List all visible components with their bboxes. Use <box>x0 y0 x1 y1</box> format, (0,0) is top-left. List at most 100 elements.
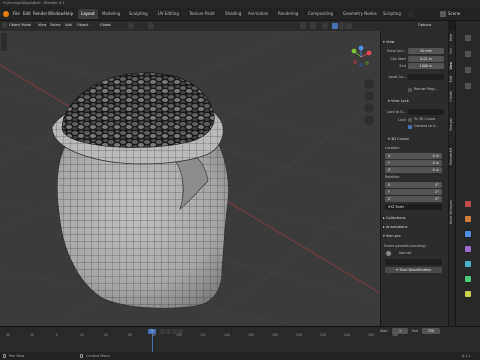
tool-strip <box>1 33 7 51</box>
tab-layout[interactable]: Layout <box>78 9 98 19</box>
sidebar-tab-blenderkit[interactable]: BlenderKit <box>449 148 454 165</box>
rot-axis-z-label: Z <box>388 197 391 201</box>
menu-edit[interactable]: Edit <box>23 9 31 19</box>
particles-properties-icon[interactable] <box>465 246 471 252</box>
timeline-tick: 60 <box>128 333 133 337</box>
snap-icon[interactable] <box>128 23 134 29</box>
menu-window[interactable]: Window <box>48 9 64 19</box>
options-dropdown[interactable]: Options <box>418 23 432 27</box>
3d-cursor-section-header[interactable]: ▾ 3D Cursor <box>388 137 409 141</box>
3d-viewport[interactable] <box>0 31 380 326</box>
tab-modeling[interactable]: Modeling <box>99 9 123 19</box>
render-region-checkbox[interactable] <box>408 88 412 92</box>
annotations-section-header[interactable]: ▸ Annotations <box>383 225 408 229</box>
scene-label[interactable]: Scene <box>448 9 460 19</box>
view-lock-section-header[interactable]: ▾ View Lock <box>388 99 409 103</box>
shading-rendered-icon[interactable] <box>346 23 352 29</box>
xray-icon[interactable] <box>322 23 328 29</box>
tab-texture-paint[interactable]: Texture Paint <box>186 9 218 19</box>
cursor-rotation-x-value: 0° <box>435 183 439 187</box>
output-properties-icon[interactable] <box>465 67 471 73</box>
cursor-location-x[interactable]: X 0 m <box>385 153 442 159</box>
scene-properties-icon[interactable] <box>465 201 471 207</box>
rotation-label: Rotation: <box>385 175 401 179</box>
lock-to-cursor-checkbox[interactable] <box>408 118 412 122</box>
transform-orientation-dropdown[interactable]: Global <box>100 23 111 27</box>
add-workspace-icon[interactable] <box>408 11 414 17</box>
shading-material-icon[interactable] <box>339 23 345 29</box>
top-bar: File Edit Render Window Help Layout Mode… <box>0 7 480 21</box>
sidebar-tab-node-wrangler[interactable]: Node Wrangler <box>449 200 454 224</box>
ssm-section-header[interactable]: ▾ Ssm.pro <box>383 234 401 238</box>
editor-type-icon[interactable] <box>2 23 7 28</box>
scene-scale-field[interactable] <box>385 259 442 265</box>
tab-shading[interactable]: Shading <box>222 9 244 19</box>
cursor-rotation-x[interactable]: X 0° <box>385 182 442 188</box>
camera-to-view-checkbox[interactable] <box>408 125 412 129</box>
timeline-tick: 20 <box>30 333 35 337</box>
cursor-rotation-y[interactable]: Y 0° <box>385 189 442 195</box>
end-frame-field[interactable]: 250 <box>422 328 440 334</box>
tab-geometry-nodes[interactable]: Geometry Nodes <box>340 9 380 19</box>
sidebar-tab-edit[interactable]: Edit <box>449 76 454 82</box>
sidebar-tab-view[interactable]: View <box>449 62 454 70</box>
sidebar-tab-create[interactable]: Create <box>449 91 454 102</box>
tab-uv-editing[interactable]: UV Editing <box>155 9 182 19</box>
object-properties-icon[interactable] <box>465 216 471 222</box>
object-mode-dropdown[interactable]: Object Mode <box>9 23 31 27</box>
blender-logo-icon[interactable] <box>3 11 9 17</box>
tab-compositing[interactable]: Compositing <box>305 9 336 19</box>
viewport-scene <box>0 31 380 326</box>
mouse-context-icon <box>80 354 83 358</box>
menu-object[interactable]: Object <box>77 23 88 27</box>
modifier-properties-icon[interactable] <box>465 231 471 237</box>
tab-scripting[interactable]: Scripting <box>380 9 404 19</box>
view-section-header[interactable]: ▾ View <box>383 40 394 44</box>
clip-start-label: Clip Start <box>390 57 406 61</box>
menu-file[interactable]: File <box>13 9 20 19</box>
tab-sculpting[interactable]: Sculpting <box>126 9 151 19</box>
scene-icon[interactable] <box>440 11 446 17</box>
proportional-edit-icon[interactable] <box>148 23 154 29</box>
end-frame-label: End <box>412 329 419 333</box>
local-camera-field[interactable] <box>408 74 444 80</box>
shading-solid-icon[interactable] <box>332 23 338 29</box>
tab-rendering[interactable]: Rendering <box>275 9 301 19</box>
physics-properties-icon[interactable] <box>465 261 471 267</box>
view-layer-properties-icon[interactable] <box>465 83 471 89</box>
timeline-tick: 40 <box>104 333 109 337</box>
menu-help[interactable]: Help <box>64 9 73 19</box>
menu-add[interactable]: Add <box>65 23 72 27</box>
cursor-location-z[interactable]: Z 0 m <box>385 167 442 173</box>
rotation-mode-dropdown[interactable]: XYZ Euler <box>385 204 442 210</box>
cursor-location-y[interactable]: Y 0 m <box>385 160 442 166</box>
sidebar-tab-item[interactable]: Item <box>449 34 454 41</box>
visibility-icon[interactable] <box>300 23 306 29</box>
lock-to-object-field[interactable] <box>408 109 444 115</box>
clip-start-field[interactable]: 0.01 m <box>408 56 444 62</box>
cursor-location-z-value: 0 m <box>432 168 439 172</box>
timeline-tick: 140 <box>224 333 231 337</box>
tool-properties-icon[interactable] <box>465 35 471 41</box>
play-reverse-icon[interactable] <box>166 329 171 334</box>
clip-end-field[interactable]: 1000 m <box>408 63 444 69</box>
timeline: 1 Start 1 End 250 <box>0 326 480 352</box>
menu-select[interactable]: Select <box>50 23 61 27</box>
constraint-properties-icon[interactable] <box>465 276 471 282</box>
menu-view[interactable]: View <box>38 23 46 27</box>
data-properties-icon[interactable] <box>465 291 471 297</box>
start-beautification-button[interactable]: ✦ Start Beautification <box>385 267 442 273</box>
cursor-rotation-z[interactable]: Z 0° <box>385 196 442 202</box>
sidebar-tab-tool[interactable]: Tool <box>449 48 454 54</box>
focal-length-field[interactable]: 50 mm <box>408 48 444 54</box>
collections-section-header[interactable]: ▸ Collections <box>383 216 406 220</box>
tab-animation[interactable]: Animation <box>245 9 271 19</box>
jump-start-icon[interactable] <box>160 329 165 334</box>
rot-axis-y-label: Y <box>388 190 391 194</box>
menu-render[interactable]: Render <box>33 9 47 19</box>
axis-z-label: Z <box>388 168 391 172</box>
render-properties-icon[interactable] <box>465 51 471 57</box>
sidebar-tab-ssm[interactable]: Ssm.pro <box>449 118 454 131</box>
overlay-icon[interactable] <box>310 23 316 29</box>
timeline-tick: 160 <box>248 333 255 337</box>
